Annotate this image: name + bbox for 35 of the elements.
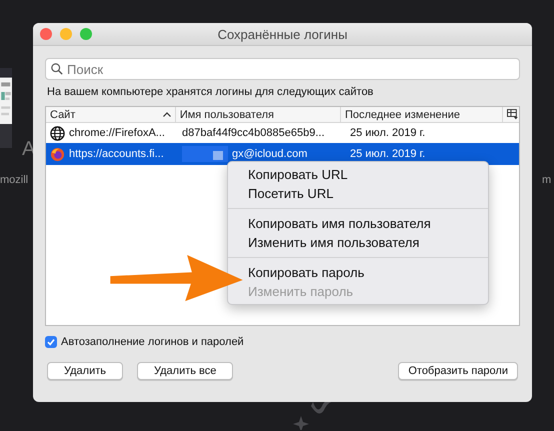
menu-item[interactable]: Посетить URL [228,184,488,203]
site-cell: chrome://FirefoxA... [69,127,165,139]
column-picker-icon[interactable] [507,109,519,120]
dialog-button[interactable]: Удалить все [137,362,234,380]
menu-item[interactable]: Изменить имя пользователя [228,233,488,252]
table-row[interactable]: https://accounts.fi... gx@icloud.com 25 июл. 2019 г. [46,143,519,165]
date-cell: 25 июл. 2019 г. [350,148,426,160]
date-cell: 25 июл. 2019 г. [350,127,426,139]
minimize-button[interactable] [60,28,72,40]
table-row[interactable]: chrome://FirefoxA... d87baf44f9cc4b0885e65b9... 25 июл. 2019 г. [46,123,519,143]
column-header[interactable]: Имя пользователя [176,107,341,122]
background-label: m [542,174,552,186]
info-text: На вашем компьютере хранятся логины для следующих сайтов [47,86,374,98]
dialog-button[interactable]: Удалить [47,362,123,380]
background-label: mozill [0,174,28,186]
username-cell: gx@icloud.com [232,148,308,160]
browser-logo-icon [50,146,65,162]
pointer-arrow-icon [110,255,245,303]
site-cell: https://accounts.fi... [69,148,164,160]
zoom-button[interactable] [80,28,92,40]
search-icon [51,63,63,75]
menu-item[interactable]: Копировать имя пользователя [228,214,488,233]
column-header[interactable]: Сайт [46,107,176,122]
checkbox-label: Автозаполнение логинов и паролей [61,336,244,348]
globe-icon [50,126,65,140]
menu-item[interactable]: Копировать URL [228,165,488,184]
menu-item[interactable]: Копировать пароль [228,263,488,282]
search-field[interactable]: Поиск [45,58,520,80]
username-cell: d87baf44f9cc4b0885e65b9... [182,127,325,139]
column-header[interactable]: Последнее изменение [340,107,504,122]
sort-caret-icon [162,112,171,117]
dialog-button[interactable]: Отобразить пароли [398,362,518,380]
window-title: Сохранённые логины [216,26,348,42]
checkbox[interactable] [45,336,57,348]
close-button[interactable] [40,28,52,40]
